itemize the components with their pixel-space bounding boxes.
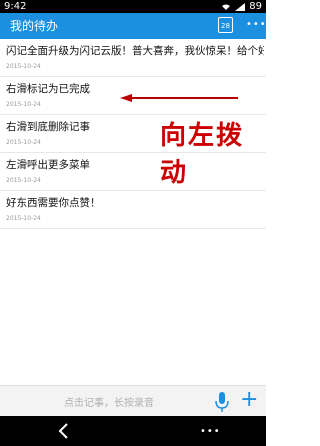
wifi-icon [222,4,231,10]
list-item[interactable]: 好东西需要你点赞！ 2015-10-24 [0,191,266,229]
calendar-icon[interactable]: 28 [218,17,233,33]
todo-date: 2015-10-24 [6,177,41,184]
swipe-left-arrow [120,94,238,102]
status-icons: 89 [221,1,262,12]
calendar-day: 28 [221,22,230,30]
menu-icon[interactable]: ••• [200,426,221,437]
status-bar: 9:42 89 [0,0,266,13]
todo-text: 闪记全面升级为闪记云版！普大喜奔，我伙惊呆！给个好评 [6,45,264,57]
back-icon[interactable] [54,422,74,440]
todo-date: 2015-10-24 [6,63,41,70]
more-options-icon[interactable]: ••• [246,19,267,30]
list-item[interactable]: 闪记全面升级为闪记云版！普大喜奔，我伙惊呆！给个好评 2015-10-24 [0,39,266,77]
status-time: 9:42 [4,1,27,12]
signal-icon [235,2,246,11]
plus-icon[interactable]: + [240,388,258,412]
todo-date: 2015-10-24 [6,139,41,146]
note-input[interactable]: 点击记事，长按录音 [64,394,154,409]
swipe-left-annotation: 向左拨动 [160,121,245,188]
todo-text: 好东西需要你点赞！ [6,197,101,209]
battery-level: 89 [249,1,262,12]
mic-icon[interactable] [213,391,231,413]
system-nav-bar: ••• [0,416,266,446]
todo-date: 2015-10-24 [6,215,41,222]
app-bar: 我的待办 28 ••• [0,13,266,39]
todo-date: 2015-10-24 [6,101,41,108]
page-title[interactable]: 我的待办 [10,17,58,35]
input-bar: 点击记事，长按录音 + [0,385,266,417]
